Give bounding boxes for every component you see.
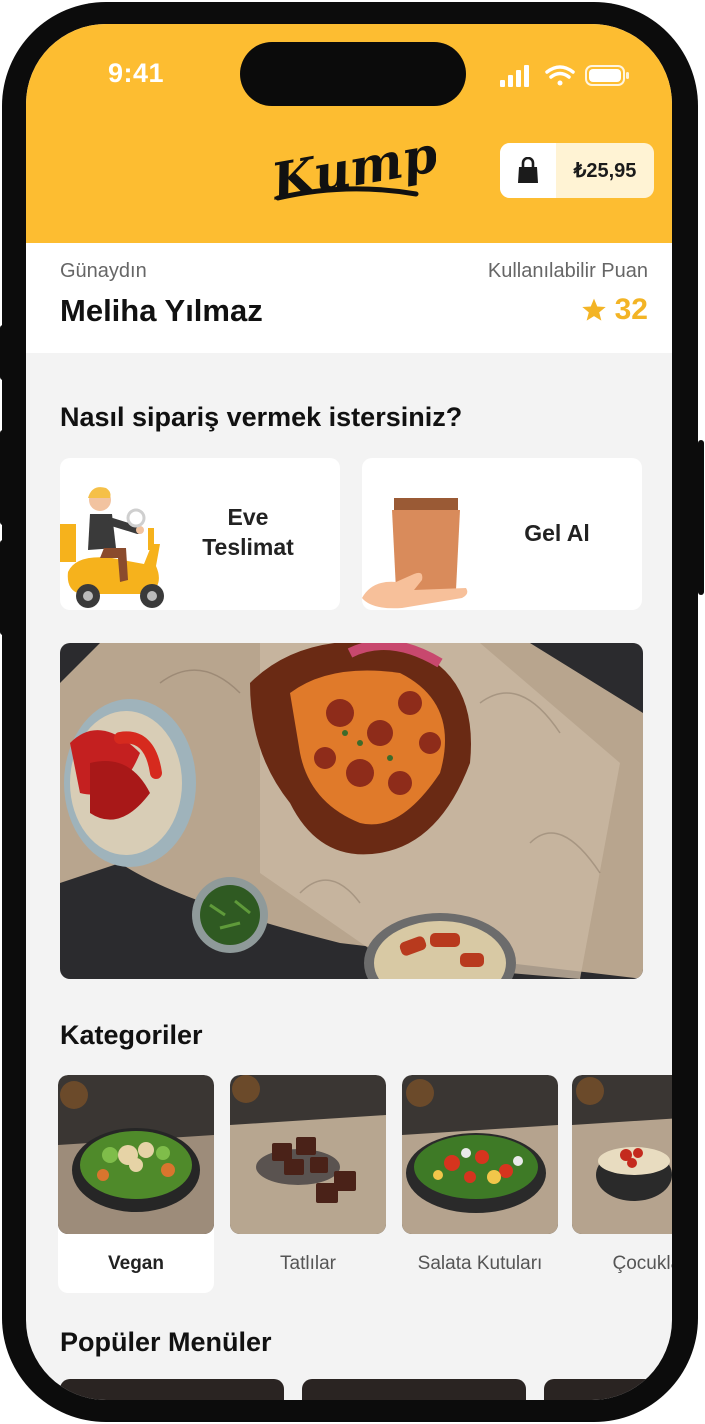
category-image bbox=[402, 1075, 558, 1234]
category-label: Çocuklar bbox=[612, 1253, 673, 1274]
pickup-option-card[interactable]: Gel Al bbox=[362, 458, 642, 610]
delivery-scooter-icon bbox=[60, 487, 164, 608]
status-time: 9:41 bbox=[108, 58, 165, 88]
user-name: Meliha Yılmaz bbox=[60, 293, 263, 328]
pickup-option-label: Gel Al bbox=[524, 520, 590, 546]
greeting: Günaydın bbox=[60, 260, 147, 282]
food-banner-image bbox=[60, 643, 643, 979]
promo-banner[interactable] bbox=[60, 643, 643, 979]
volume-up-button bbox=[0, 430, 6, 525]
cart-total: ₺25,95 bbox=[573, 160, 637, 182]
popular-menu-card[interactable] bbox=[544, 1379, 672, 1400]
desserts-image bbox=[230, 1075, 386, 1234]
categories-row: Vegan Tatlılar Salata Kutuları Çocukl bbox=[58, 1075, 672, 1295]
categories-title: Kategoriler bbox=[60, 1020, 203, 1050]
wifi-icon bbox=[545, 65, 575, 86]
popular-menu-card[interactable] bbox=[60, 1379, 284, 1400]
mute-switch bbox=[0, 325, 6, 380]
vegan-salad-image bbox=[58, 1075, 214, 1234]
order-question: Nasıl sipariş vermek istersiniz? bbox=[60, 402, 463, 432]
category-label: Vegan bbox=[108, 1253, 164, 1274]
user-bar: Günaydın Meliha Yılmaz Kullanılabilir Pu… bbox=[26, 243, 672, 353]
points-label: Kullanılabilir Puan bbox=[487, 260, 648, 282]
signal-icon bbox=[500, 65, 529, 87]
delivery-option-card[interactable]: Eve Teslimat bbox=[60, 458, 340, 610]
category-label: Salata Kutuları bbox=[417, 1253, 543, 1274]
kids-menu-image bbox=[572, 1075, 672, 1234]
category-kids[interactable]: Çocuklar bbox=[572, 1075, 672, 1293]
cart-icon-box bbox=[500, 143, 556, 198]
app-screen: 9:41 Kumpi ₺25,95 Günaydın Meliha Yılmaz… bbox=[26, 24, 672, 1400]
power-button bbox=[698, 440, 704, 595]
category-image bbox=[58, 1075, 214, 1234]
popular-menus-title: Popüler Menüler bbox=[60, 1327, 272, 1357]
dynamic-island bbox=[240, 42, 466, 106]
kumpi-logo: Kumpi bbox=[266, 128, 436, 212]
category-image bbox=[230, 1075, 386, 1234]
category-salad-boxes[interactable]: Salata Kutuları bbox=[402, 1075, 558, 1293]
popular-menus-row bbox=[60, 1379, 672, 1400]
app-header: 9:41 Kumpi ₺25,95 bbox=[26, 24, 672, 243]
cart-button[interactable]: ₺25,95 bbox=[500, 143, 654, 198]
points-display[interactable]: 32 bbox=[581, 293, 648, 327]
star-icon bbox=[581, 298, 606, 321]
battery-icon bbox=[585, 65, 629, 86]
popular-menu-card[interactable] bbox=[302, 1379, 526, 1400]
delivery-option-label: Eve Teslimat bbox=[202, 504, 294, 560]
shopping-bag-icon bbox=[518, 156, 538, 183]
salad-box-image bbox=[402, 1075, 558, 1234]
svg-text:Kumpi: Kumpi bbox=[266, 128, 436, 212]
points-value: 32 bbox=[614, 293, 648, 326]
takeaway-bag-icon bbox=[362, 498, 468, 609]
category-desserts[interactable]: Tatlılar bbox=[230, 1075, 386, 1293]
category-label: Tatlılar bbox=[280, 1253, 336, 1274]
category-image bbox=[572, 1075, 672, 1234]
category-vegan[interactable]: Vegan bbox=[58, 1075, 214, 1293]
status-icons bbox=[500, 65, 629, 87]
volume-down-button bbox=[0, 540, 6, 635]
